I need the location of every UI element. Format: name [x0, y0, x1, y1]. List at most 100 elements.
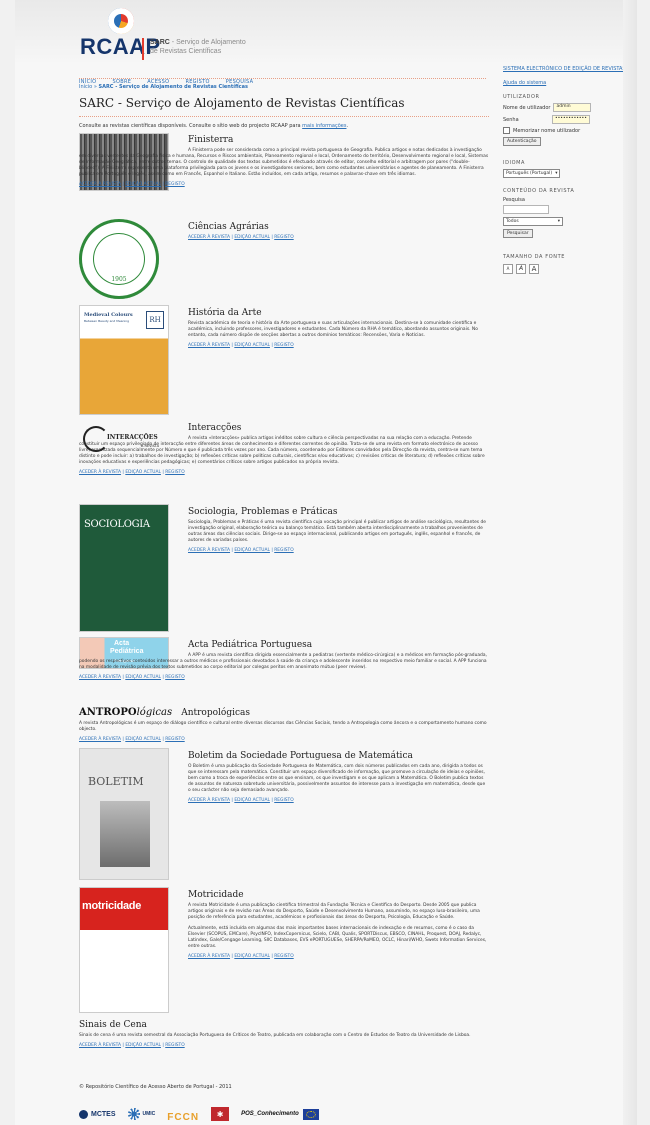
- current-issue-link[interactable]: EDIÇÃO ACTUAL: [125, 470, 161, 475]
- search-label: Pesquisa: [503, 197, 525, 203]
- university-logo-icon: ✱: [216, 1109, 224, 1119]
- access-link[interactable]: ACEDER À REVISTA: [188, 343, 230, 348]
- register-link[interactable]: REGISTO: [165, 737, 184, 742]
- logo-divider: [142, 38, 144, 60]
- access-link[interactable]: ACEDER À REVISTA: [79, 1043, 121, 1048]
- access-link[interactable]: ACEDER À REVISTA: [188, 548, 230, 553]
- access-link[interactable]: ACEDER À REVISTA: [79, 675, 121, 680]
- rcaap-logo-icon: [108, 8, 134, 34]
- access-link[interactable]: ACEDER À REVISTA: [188, 954, 230, 959]
- journal-title[interactable]: Sinais de Cena: [79, 1020, 489, 1030]
- user-heading: UTILIZADOR: [503, 94, 540, 100]
- remember-label: Memorizar nome utilizador: [513, 127, 581, 134]
- logo-part-a: ANTROPO: [79, 707, 137, 718]
- current-issue-link[interactable]: EDIÇÃO ACTUAL: [125, 737, 161, 742]
- breadcrumb-home[interactable]: Início: [79, 84, 92, 90]
- username-label: Nome de utilizador: [503, 104, 551, 111]
- search-button[interactable]: Pesquisar: [503, 229, 533, 238]
- font-large-icon[interactable]: A: [529, 264, 539, 274]
- more-info-link[interactable]: mais informações: [302, 123, 346, 129]
- journal-title[interactable]: Ciências Agrárias: [188, 222, 488, 232]
- mctes-logo[interactable]: MCTES: [79, 1109, 116, 1119]
- search-scope-select[interactable]: Todos ▾: [503, 217, 563, 226]
- header: RCAAP SARC - Serviço de Alojamento de Re…: [15, 0, 637, 62]
- fccn-logo[interactable]: FCCN: [167, 1105, 199, 1124]
- rcaap-logo[interactable]: RCAAP SARC - Serviço de Alojamento de Re…: [80, 8, 260, 60]
- username-field[interactable]: admin: [553, 103, 592, 112]
- register-link[interactable]: REGISTO: [165, 1043, 184, 1048]
- journal-title[interactable]: Motricidade: [188, 890, 488, 900]
- journal-boletim: Boletim da Sociedade Portuguesa de Matem…: [188, 751, 488, 803]
- journal-links: ACEDER À REVISTA | EDIÇÃO ACTUAL | REGIS…: [188, 954, 488, 959]
- ciencias-agrarias-seal[interactable]: 1905: [79, 219, 159, 299]
- chevron-down-icon: ▾: [555, 171, 558, 176]
- journal-title[interactable]: Antropológicas: [181, 708, 250, 718]
- journal-title[interactable]: Boletim da Sociedade Portuguesa de Matem…: [188, 751, 488, 761]
- university-logo[interactable]: ✱: [211, 1107, 230, 1121]
- login-button[interactable]: Autenticação: [503, 137, 541, 146]
- register-link[interactable]: REGISTO: [274, 343, 293, 348]
- register-link[interactable]: REGISTO: [274, 798, 293, 803]
- access-link[interactable]: ACEDER À REVISTA: [79, 182, 121, 187]
- pos-conhecimento-logo[interactable]: POS_Conhecimento: [241, 1108, 319, 1120]
- register-link[interactable]: REGISTO: [274, 235, 293, 240]
- current-issue-link[interactable]: EDIÇÃO ACTUAL: [234, 343, 270, 348]
- search-input[interactable]: [503, 205, 549, 214]
- current-issue-link[interactable]: EDIÇÃO ACTUAL: [234, 235, 270, 240]
- journal-title[interactable]: História da Arte: [188, 308, 488, 318]
- access-link[interactable]: ACEDER À REVISTA: [188, 798, 230, 803]
- language-select[interactable]: Português (Portugal) ▾: [503, 169, 561, 178]
- cover-photo: [100, 801, 150, 867]
- password-field[interactable]: ••••••••••••: [552, 115, 590, 124]
- journal-title[interactable]: Acta Pediátrica Portuguesa: [188, 640, 489, 650]
- access-link[interactable]: ACEDER À REVISTA: [79, 470, 121, 475]
- historia-arte-cover[interactable]: Medieval Colours Between Beauty and Mean…: [79, 305, 169, 415]
- font-medium-icon[interactable]: A: [516, 264, 526, 274]
- journal-description: Sinais de cena é uma revista semestral d…: [79, 1033, 471, 1038]
- journal-sinais-de-cena: Sinais de Cena Sinais de cena é uma revi…: [79, 1020, 489, 1048]
- font-size-heading: TAMANHO DA FONTE: [503, 254, 565, 260]
- access-link[interactable]: ACEDER À REVISTA: [188, 235, 230, 240]
- journal-title[interactable]: Interacções: [188, 423, 489, 433]
- current-issue-link[interactable]: EDIÇÃO ACTUAL: [234, 548, 270, 553]
- antropologicas-logo[interactable]: ANTROPOlógicas: [79, 707, 172, 718]
- journal-description-2: Actualmente, está incluída em algumas da…: [188, 926, 487, 949]
- journal-title[interactable]: Finisterra: [188, 135, 489, 145]
- access-link[interactable]: ACEDER À REVISTA: [79, 737, 121, 742]
- current-issue-link[interactable]: EDIÇÃO ACTUAL: [234, 954, 270, 959]
- help-link[interactable]: Ajuda do sistema: [503, 80, 627, 86]
- font-small-icon[interactable]: A: [503, 264, 513, 274]
- breadcrumb-current[interactable]: SARC - Serviço de Alojamento de Revistas…: [98, 84, 248, 90]
- remember-checkbox[interactable]: [503, 127, 510, 134]
- logo-text: RCAAP: [80, 34, 161, 59]
- chevron-down-icon: ▾: [557, 219, 560, 224]
- journal-links: ACEDER À REVISTA | EDIÇÃO ACTUAL | REGIS…: [188, 235, 488, 240]
- boletim-cover[interactable]: BOLETIM: [79, 748, 169, 880]
- register-link[interactable]: REGISTO: [165, 470, 184, 475]
- journal-links: ACEDER À REVISTA | EDIÇÃO ACTUAL | REGIS…: [188, 548, 488, 553]
- system-link[interactable]: SISTEMA ELECTRÓNICO DE EDIÇÃO DE REVISTA…: [503, 66, 627, 72]
- register-link[interactable]: REGISTO: [274, 548, 293, 553]
- journal-sociologia: Sociologia, Problemas e Práticas Sociolo…: [188, 507, 488, 553]
- umic-logo[interactable]: UMIC: [127, 1108, 155, 1120]
- register-link[interactable]: REGISTO: [165, 182, 184, 187]
- main-nav: INÍCIO SOBRE ACESSO REGISTO PESQUISA: [79, 68, 486, 85]
- sociologia-cover[interactable]: SOCIOLOGIA: [79, 504, 169, 632]
- motricidade-cover[interactable]: motricidade: [79, 887, 169, 1013]
- intro-end: .: [346, 123, 349, 129]
- journal-ciencias-agrarias: Ciências Agrárias ACEDER À REVISTA | EDI…: [188, 222, 488, 240]
- journal-links: ACEDER À REVISTA | EDIÇÃO ACTUAL | REGIS…: [79, 182, 489, 187]
- intro-body: Consulte as revistas científicas disponí…: [79, 123, 303, 129]
- current-issue-link[interactable]: EDIÇÃO ACTUAL: [234, 798, 270, 803]
- register-link[interactable]: REGISTO: [274, 954, 293, 959]
- current-issue-link[interactable]: EDIÇÃO ACTUAL: [125, 1043, 161, 1048]
- journal-title[interactable]: Sociologia, Problemas e Práticas: [188, 507, 488, 517]
- language-row: Português (Portugal) ▾: [503, 169, 627, 178]
- password-row: Senha ••••••••••••: [503, 115, 627, 124]
- journal-description: A APP é uma revista científica dirigida …: [79, 653, 487, 670]
- register-link[interactable]: REGISTO: [165, 675, 184, 680]
- current-issue-link[interactable]: EDIÇÃO ACTUAL: [125, 675, 161, 680]
- cover-title: SOCIOLOGIA: [84, 519, 150, 530]
- current-issue-link[interactable]: EDIÇÃO ACTUAL: [125, 182, 161, 187]
- journal-antropologicas: ANTROPOlógicas Antropológicas A revista …: [79, 700, 489, 742]
